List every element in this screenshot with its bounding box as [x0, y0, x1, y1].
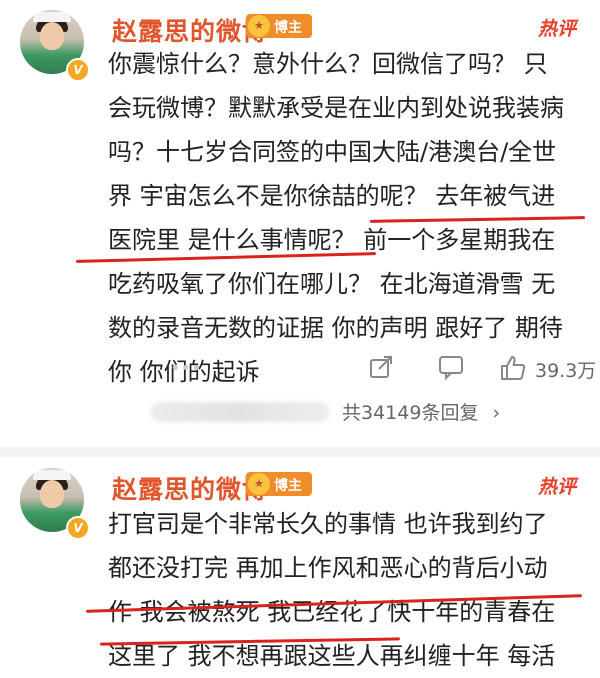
verified-icon: V: [66, 58, 90, 82]
comment-text: 打官司是个非常长久的事情 也许我到约了 都还没打完 再加上作风和恶心的背后小动 …: [108, 502, 588, 678]
comment-line: 你震惊什么？意外什么？回微信了吗？ 只: [108, 50, 548, 78]
more-icon[interactable]: •••: [170, 354, 202, 384]
avatar-face: [40, 22, 64, 50]
comment-line: 吃药吸氧了你们在哪儿？ 在北海道滑雪 无: [108, 270, 556, 298]
comment-line: 数的录音无数的证据 你的声明 跟好了 期待: [108, 314, 563, 342]
reply-count: 共34149条回复 ›: [342, 398, 500, 425]
hot-comment-tag: 热评: [537, 476, 576, 498]
blogger-badge-label: 博主: [274, 478, 302, 494]
blurred-reply-preview: [150, 402, 330, 422]
medal-icon: ★: [248, 473, 270, 495]
chevron-right-icon: ›: [492, 402, 501, 424]
like-count: 39.3万: [535, 360, 597, 382]
divider: [0, 447, 600, 457]
comment-line: 都还没打完 再加上作风和恶心的背后小动: [108, 554, 548, 582]
medal-icon: ★: [248, 15, 270, 37]
avatar-cap: [33, 12, 71, 22]
verified-icon: V: [66, 516, 90, 540]
replies-link[interactable]: 共34149条回复 ›: [150, 396, 590, 430]
comment-line: 吗？十七岁合同签的中国大陆/港澳台/全世: [108, 138, 557, 166]
comment-line: 打官司是个非常长久的事情 也许我到约了: [108, 510, 548, 538]
like-icon[interactable]: [498, 354, 528, 384]
reply-count-text: 共34149条回复: [342, 402, 479, 424]
comment-action-bar: ••• 39.3万: [0, 352, 600, 388]
comment-line: 界 宇宙怎么不是你徐喆的呢？ 去年被气进: [108, 182, 556, 210]
comment-card: V 赵露思的微博 ★ 博主 热评 你震惊什么？意外什么？回微信了吗？ 只 会玩微…: [0, 0, 600, 440]
hot-comment-tag: 热评: [537, 18, 576, 40]
avatar-face: [40, 480, 64, 508]
blogger-badge: ★ 博主: [246, 472, 312, 496]
blogger-badge: ★ 博主: [246, 14, 312, 38]
username[interactable]: 赵露思的微博: [112, 470, 268, 506]
comment-card: V 赵露思的微博 ★ 博主 热评 打官司是个非常长久的事情 也许我到约了 都还没…: [0, 462, 600, 670]
comment-line: 会玩微博？默默承受是在业内到处说我装病: [108, 94, 564, 122]
comment-icon[interactable]: [436, 354, 466, 384]
blogger-badge-label: 博主: [274, 20, 302, 36]
avatar-cap: [33, 470, 71, 480]
share-icon[interactable]: [366, 354, 396, 384]
